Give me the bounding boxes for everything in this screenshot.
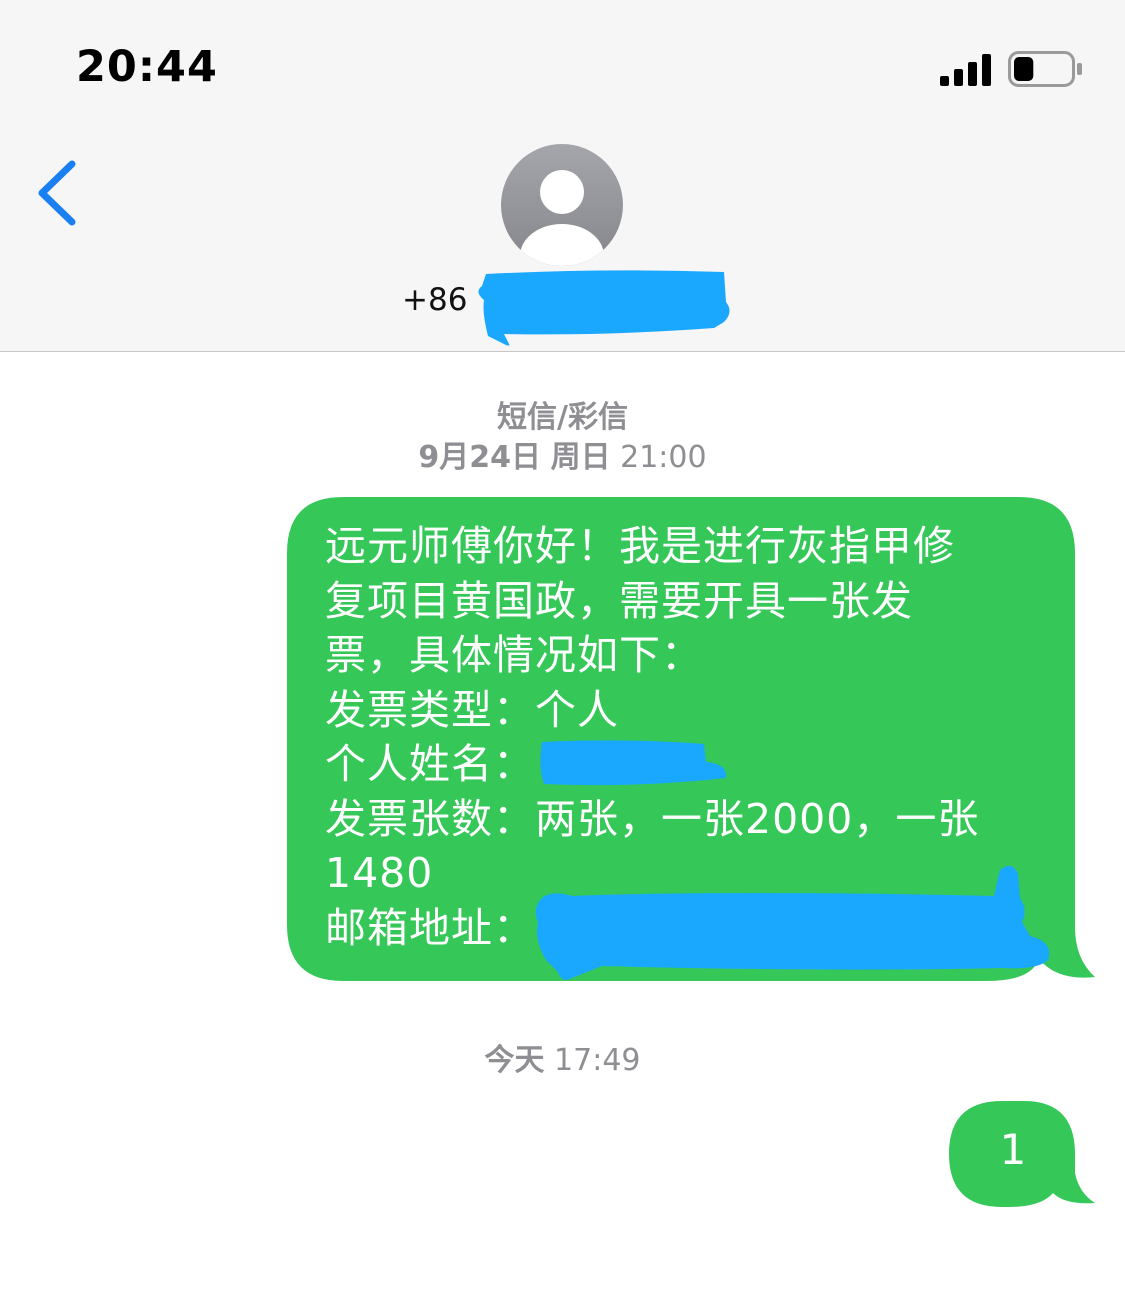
message-line: 复项目黄国政，需要开具一张发 [325, 576, 913, 625]
status-time: 20:44 [76, 42, 218, 92]
sent-reply-bubble[interactable]: 1 [949, 1101, 1097, 1207]
message-date: 今天 [484, 1043, 545, 1078]
battery-icon [1008, 51, 1082, 87]
contact-phone-prefix[interactable]: +86 [402, 282, 467, 318]
message-line: 远元师傅你好！我是进行灰指甲修 [325, 522, 955, 570]
redacted-phone-number [478, 270, 730, 346]
message-weekday: 周日 [550, 440, 611, 475]
person-avatar-icon[interactable] [501, 144, 623, 266]
message-line: 票，具体情况如下： [325, 631, 703, 679]
message-time: 17:49 [554, 1043, 641, 1078]
conversation-header: 20:44 +86 [0, 0, 1125, 352]
message-time: 21:00 [620, 440, 707, 475]
message-date: 9月24日 [418, 440, 542, 475]
cellular-signal-icon [940, 54, 991, 86]
service-type-label: 短信/彩信 [497, 400, 628, 435]
back-chevron-icon[interactable] [34, 158, 82, 228]
redacted-email-address [535, 865, 1050, 980]
second-message-timestamp: 今天 17:49 [0, 1035, 1125, 1079]
message-line: 发票张数：两张，一张2000，一张 [325, 794, 980, 843]
message-line: 发票类型：个人 [325, 685, 619, 734]
first-message-timestamp: 9月24日 周日 21:00 [0, 432, 1125, 476]
redacted-personal-name [540, 740, 727, 786]
reply-text: 1 [999, 1125, 1027, 1174]
